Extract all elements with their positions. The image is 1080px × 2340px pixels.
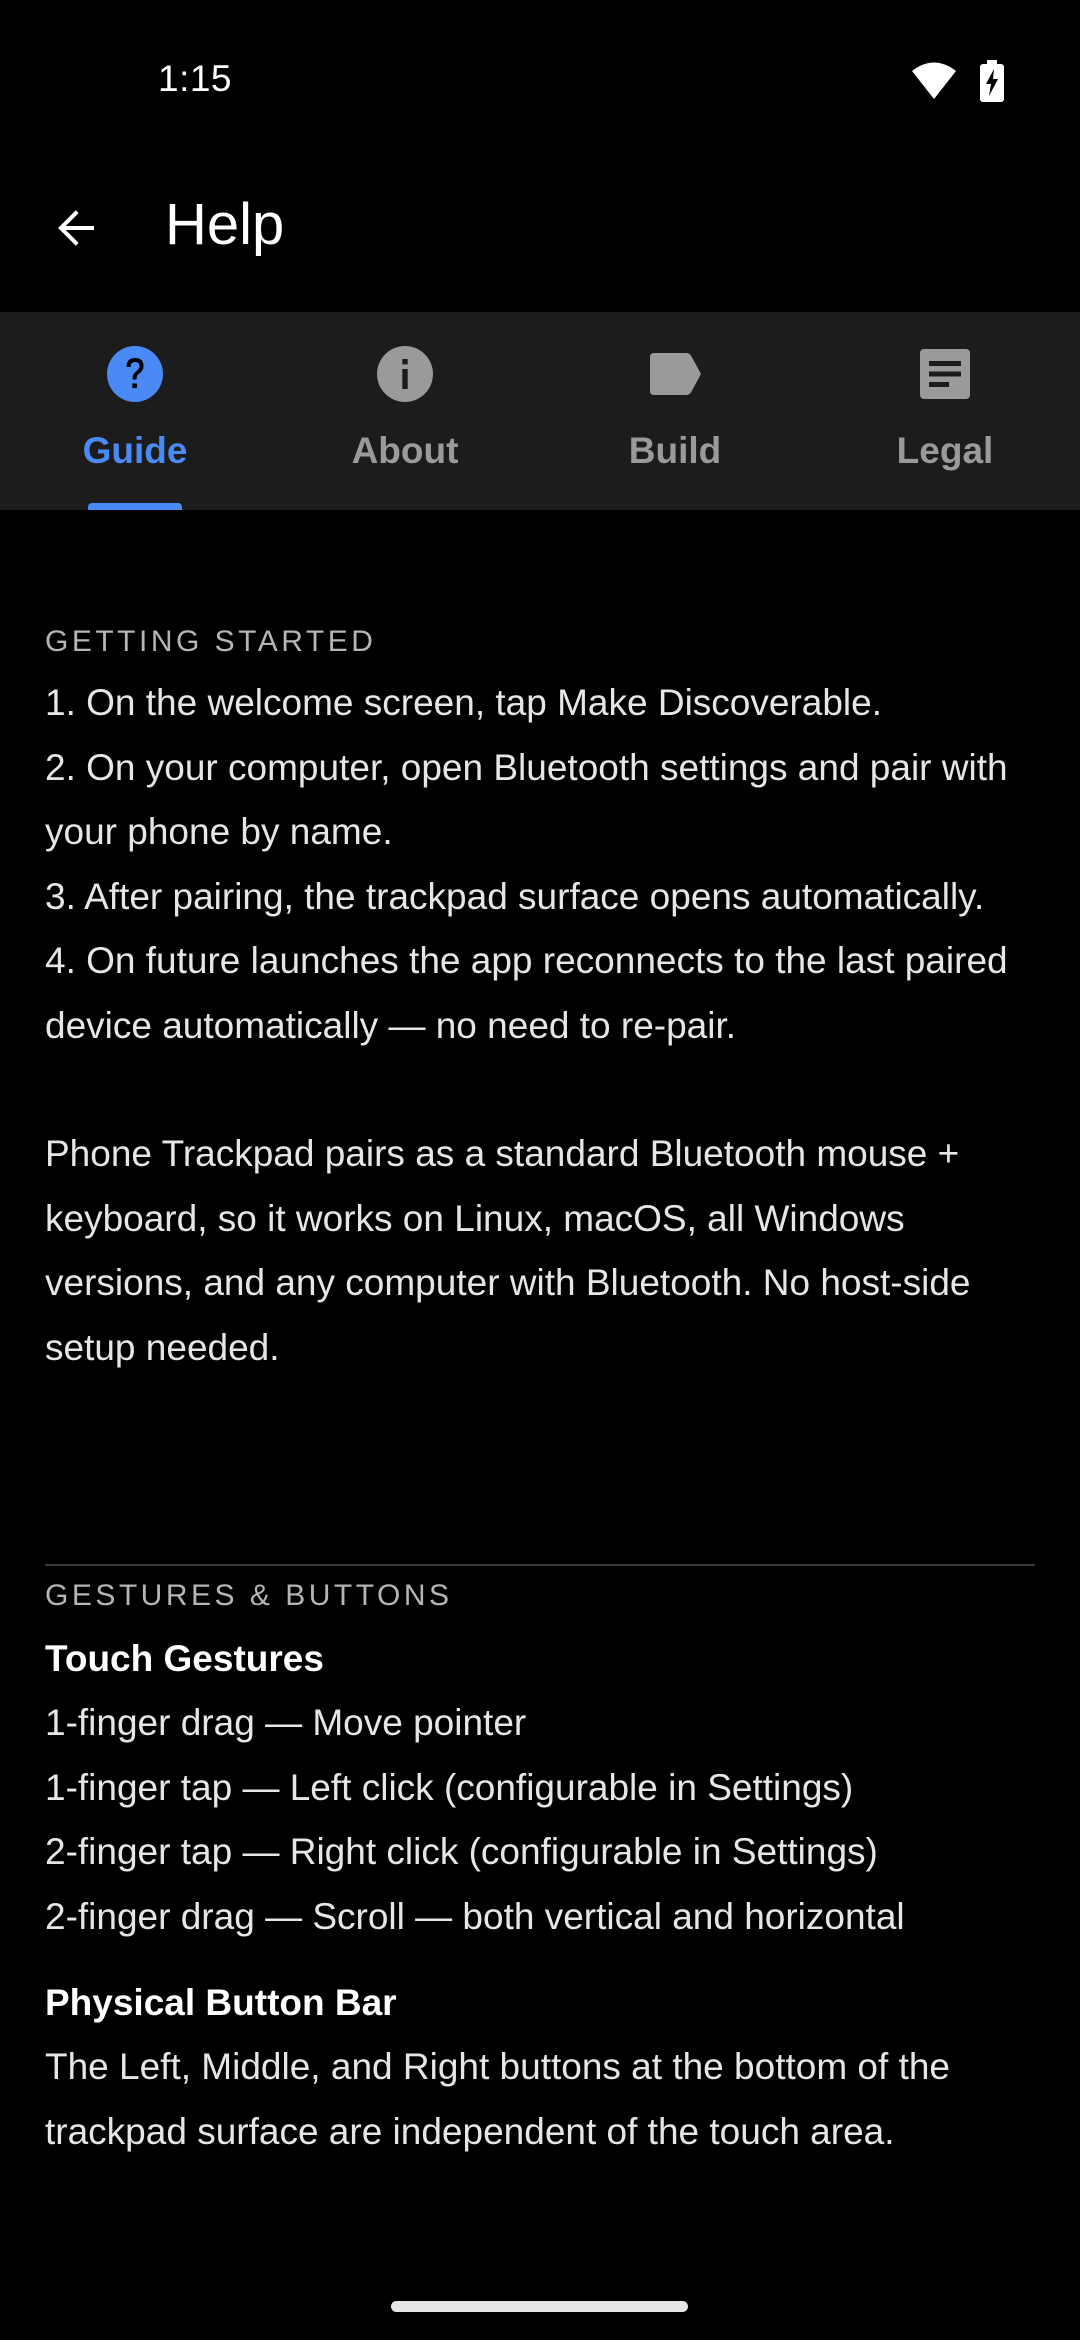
getting-started-steps: 1. On the welcome screen, tap Make Disco… [45, 671, 1035, 1058]
step-item: 1. On the welcome screen, tap Make Disco… [45, 682, 882, 723]
button-bar-text: The Left, Middle, and Right buttons at t… [45, 2046, 951, 2152]
step-item: 4. On future launches the app reconnects… [45, 940, 1008, 1046]
tab-about[interactable]: About [270, 312, 540, 510]
gesture-item: 2-finger drag — Scroll — both vertical a… [45, 1895, 905, 1937]
touch-gestures-list: 1-finger drag — Move pointer 1-finger ta… [45, 1691, 1035, 1949]
tab-legal[interactable]: Legal [810, 312, 1080, 510]
tab-bar: Guide About Build Legal [0, 312, 1080, 510]
info-icon [375, 344, 435, 404]
tab-build[interactable]: Build [540, 312, 810, 510]
gesture-item: 1-finger drag — Move pointer [45, 1702, 527, 1743]
button-bar-title: Physical Button Bar [45, 1982, 397, 2023]
back-button[interactable] [40, 192, 112, 264]
battery-charging-icon [980, 60, 1004, 102]
gesture-item: 1-finger tap — Left click (configurable … [45, 1766, 854, 1808]
wifi-icon [912, 62, 956, 99]
tab-label: Legal [896, 430, 994, 471]
document-icon [915, 344, 975, 404]
section-header-gestures: GESTURES & BUTTONS [45, 1579, 453, 1612]
tab-label: About [351, 430, 459, 471]
gesture-item: 2-finger tap — Right click (configurable… [45, 1831, 878, 1872]
status-bar: 1:15 [0, 0, 1080, 160]
touch-gestures-title: Touch Gestures [45, 1638, 324, 1679]
active-tab-indicator [88, 503, 182, 510]
tab-guide[interactable]: Guide [0, 312, 270, 510]
tab-label: Build [628, 430, 722, 471]
tab-label: Guide [82, 430, 188, 471]
section-divider [45, 1564, 1035, 1566]
section-header-getting-started: GETTING STARTED [45, 625, 377, 658]
page-title: Help [165, 192, 285, 257]
help-content: GETTING STARTED 1. On the welcome screen… [45, 510, 1035, 2164]
label-tag-icon [645, 344, 705, 404]
help-circle-icon [105, 344, 165, 404]
step-item: 3. After pairing, the trackpad surface o… [45, 875, 985, 917]
compatibility-note: Phone Trackpad pairs as a standard Bluet… [45, 1133, 971, 1368]
arrow-back-icon [58, 210, 94, 246]
home-indicator[interactable] [391, 2301, 688, 2312]
step-item: 2. On your computer, open Bluetooth sett… [45, 746, 1008, 853]
status-time: 1:15 [158, 58, 233, 99]
app-bar: Help [0, 160, 1080, 312]
